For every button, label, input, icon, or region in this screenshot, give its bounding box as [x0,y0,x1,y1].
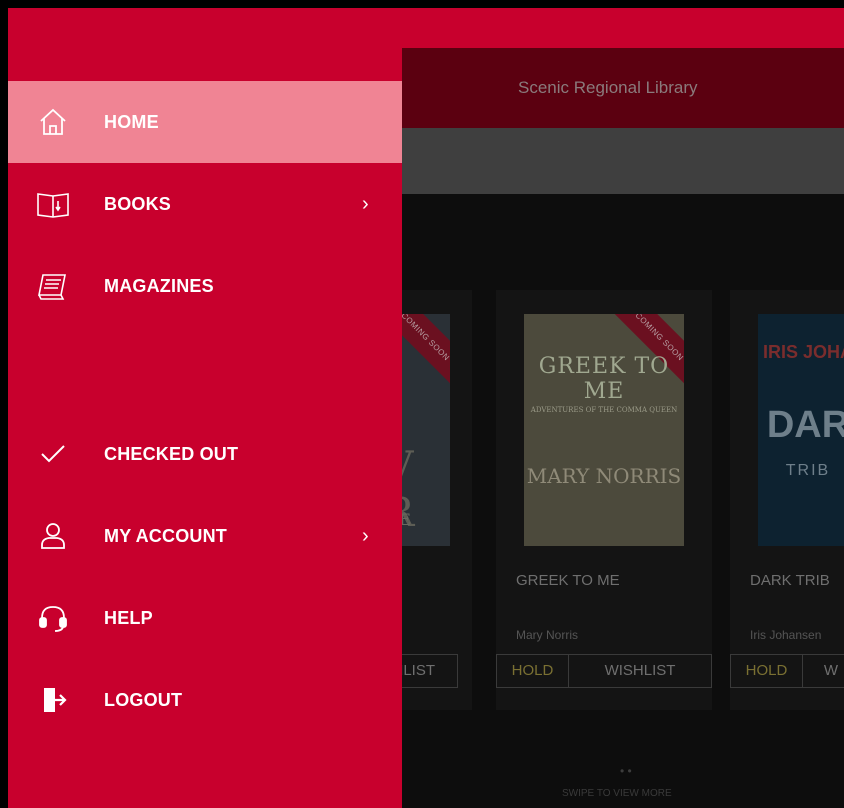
home-icon [36,105,70,139]
book-cover[interactable]: IRIS JOHA DAR TRIB [758,314,844,546]
cover-text: GREEK TO ME [538,354,670,404]
menu-label: HOME [104,111,159,132]
headset-icon [36,601,70,635]
cover-text: ADVENTURES OF THE COMMA QUEEN [530,406,678,414]
status-bar [8,8,844,48]
book-cover[interactable]: COMING SOON GREEK TO ME ADVENTURES OF TH… [524,314,684,546]
menu-item-my-account[interactable]: MY ACCOUNT › [8,495,402,577]
menu-item-logout[interactable]: LOGOUT [8,659,402,741]
cover-text: MARY NORRIS [526,464,682,488]
book-card[interactable]: IRIS JOHA DAR TRIB DARK TRIB Iris Johans… [730,290,844,710]
menu-item-books[interactable]: BOOKS › [8,163,402,245]
menu-label: MAGAZINES [104,275,214,296]
cover-text: TRIB [785,462,831,479]
book-actions: HOLD W [730,654,844,688]
menu-item-magazines[interactable]: MAGAZINES [8,245,402,327]
hold-button[interactable]: HOLD [731,655,803,687]
library-title: Scenic Regional Library [518,78,698,97]
menu-item-help[interactable]: HELP [8,577,402,659]
book-author: Mary Norris [516,628,578,642]
menu-label: CHECKED OUT [104,443,239,464]
app-frame: Scenic Regional Library COMING SOON VR C… [8,8,844,808]
menu-item-home[interactable]: HOME [8,81,402,163]
book-title[interactable]: DARK TRIB [750,572,830,589]
wishlist-button[interactable]: WISHLIST [569,655,711,687]
menu-label: BOOKS [104,193,172,214]
hold-button[interactable]: HOLD [497,655,569,687]
chevron-right-icon: › [362,524,369,547]
book-icon [36,187,70,221]
menu-label: HELP [104,607,153,628]
book-author: Iris Johansen [750,628,822,642]
book-title[interactable]: GREEK TO ME [516,572,620,589]
swipe-hint: SWIPE TO VIEW MORE [562,788,672,799]
pager-dots: • • [620,764,632,778]
menu-label: MY ACCOUNT [104,525,227,546]
magazine-icon [36,269,70,303]
menu-item-checked-out[interactable]: CHECKED OUT [8,413,402,495]
wishlist-button[interactable]: W [803,655,844,687]
menu-label: LOGOUT [104,689,183,710]
user-icon [36,519,70,553]
checkmark-icon [36,437,70,471]
book-actions: HOLD WISHLIST [496,654,712,688]
book-card[interactable]: COMING SOON GREEK TO ME ADVENTURES OF TH… [496,290,712,710]
logout-icon [36,683,70,717]
navigation-drawer: HOME BOOKS › MAGAZINES CHECKED OUT MY AC… [8,48,402,808]
chevron-right-icon: › [362,192,369,215]
cover-text: DAR [766,404,844,446]
cover-text: IRIS JOHA [762,342,844,362]
